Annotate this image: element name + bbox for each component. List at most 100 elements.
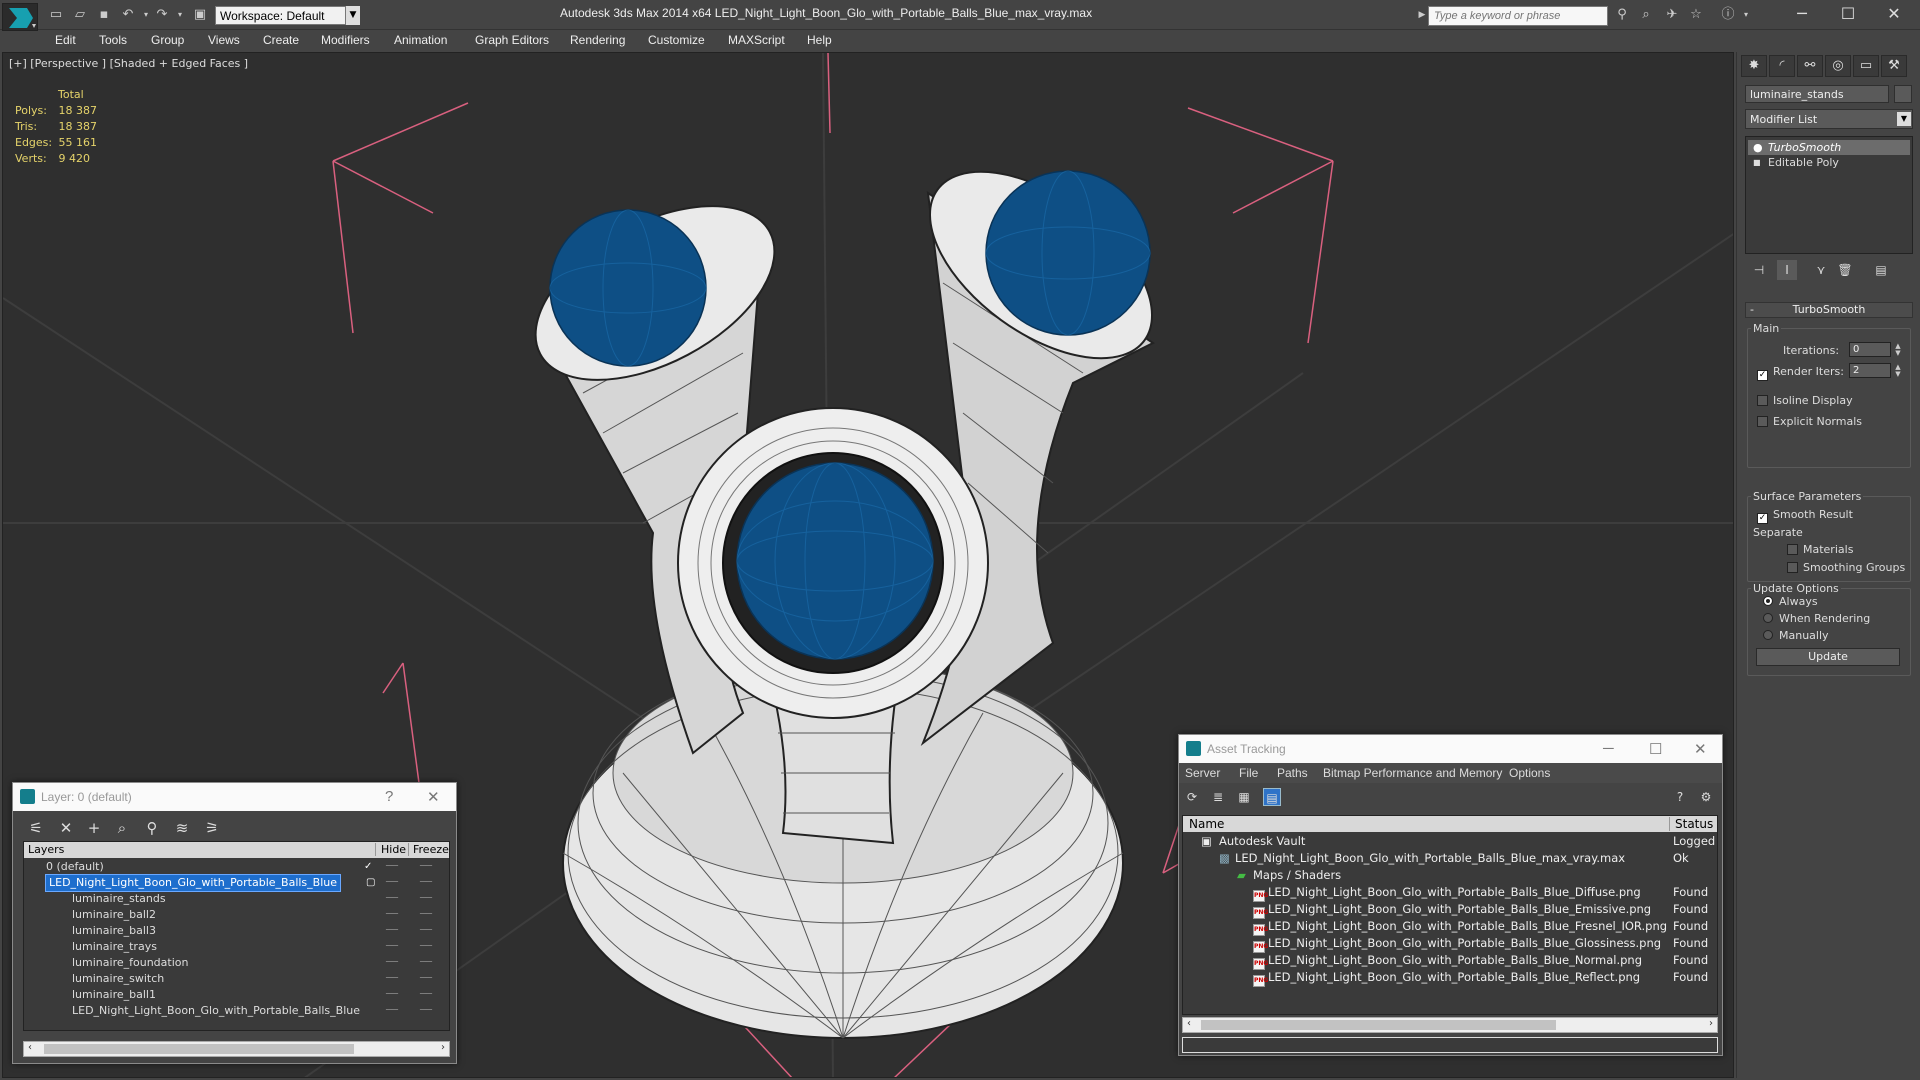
add-to-layer-icon[interactable]: + [83,818,105,838]
redo-icon[interactable]: ↷ [154,7,170,23]
asset-menu-file[interactable]: File [1239,766,1258,780]
asset-dialog-titlebar[interactable]: Asset Tracking ─ ☐ ✕ [1179,735,1722,763]
asset-row[interactable]: PNGLED_Night_Light_Boon_Glo_with_Portabl… [1183,952,1717,970]
chevron-down-icon[interactable]: ▼ [345,6,360,25]
hide-toggle-icon[interactable]: ── [386,1003,398,1019]
smoothing-groups-checkbox[interactable] [1787,562,1798,573]
search-icon[interactable]: ⌕ [1638,7,1654,23]
hide-toggle-icon[interactable]: ── [386,907,398,923]
freeze-toggle-icon[interactable]: ── [420,859,432,875]
layer-row[interactable]: luminaire_trays ── ── [24,939,449,955]
remove-modifier-icon[interactable]: 🗑 [1835,260,1855,280]
layer-row[interactable]: luminaire_switch ── ── [24,971,449,987]
chevron-down-icon[interactable]: ▼ [1897,112,1911,126]
asset-menu-paths[interactable]: Paths [1277,766,1308,780]
hide-toggle-icon[interactable]: ── [386,955,398,971]
asset-row[interactable]: PNGLED_Night_Light_Boon_Glo_with_Portabl… [1183,918,1717,936]
freeze-toggle-icon[interactable]: ── [420,955,432,971]
freeze-toggle-icon[interactable]: ── [420,939,432,955]
stack-item-turbosmooth[interactable]: ● TurboSmooth [1748,140,1910,155]
save-file-icon[interactable]: ▪ [96,7,112,23]
open-file-icon[interactable]: ▱ [72,7,88,23]
spinner-arrows-icon[interactable]: ▲ ▼ [1893,343,1903,358]
scrollbar-thumb[interactable] [1201,1020,1556,1030]
materials-row[interactable]: Materials [1787,543,1853,556]
scroll-right-icon[interactable]: › [1709,1018,1713,1029]
menu-edit[interactable]: Edit [55,33,76,47]
asset-row[interactable]: PNGLED_Night_Light_Boon_Glo_with_Portabl… [1183,969,1717,987]
column-hide[interactable]: Hide [375,843,406,856]
asset-menu-bitmap-performance[interactable]: Bitmap Performance and Memory [1323,766,1502,780]
maximize-icon[interactable]: ☐ [1649,740,1662,758]
menu-create[interactable]: Create [263,33,299,47]
asset-path-field[interactable] [1182,1037,1718,1053]
redo-dropdown-icon[interactable]: ▾ [172,7,188,23]
isoline-display-checkbox[interactable] [1757,395,1768,406]
column-layers[interactable]: Layers [28,843,64,856]
explicit-normals-checkbox[interactable] [1757,416,1768,427]
close-icon[interactable]: ✕ [1874,3,1914,25]
smooth-result-checkbox[interactable]: ✓ [1757,513,1768,524]
close-icon[interactable]: ✕ [1694,740,1707,758]
render-iters-row[interactable]: ✓ Render Iters: [1757,365,1844,381]
hierarchy-tab-icon[interactable]: ⚯ [1797,55,1823,77]
modify-tab-icon[interactable]: ◜ [1769,55,1795,77]
app-logo-button[interactable] [2,3,38,31]
help-icon[interactable]: ? [1671,788,1689,806]
freeze-toggle-icon[interactable]: ── [420,891,432,907]
freeze-all-layers-icon[interactable]: ⚞ [201,818,223,838]
menu-graph-editors[interactable]: Graph Editors [475,33,549,47]
select-objects-icon[interactable]: ⌕ [111,818,133,838]
layer-row[interactable]: 0 (default) ✓ ── ── [24,859,449,875]
maximize-icon[interactable]: ☐ [1828,3,1868,25]
menu-tools[interactable]: Tools [99,33,127,47]
project-folder-icon[interactable]: ▣ [192,7,208,23]
always-radio[interactable] [1763,596,1773,606]
update-button[interactable]: Update [1756,648,1900,666]
undo-dropdown-icon[interactable]: ▾ [138,7,154,23]
render-iters-checkbox[interactable]: ✓ [1757,370,1768,381]
motion-tab-icon[interactable]: ◎ [1825,55,1851,77]
object-color-swatch[interactable] [1894,85,1912,103]
hide-toggle-icon[interactable]: ── [386,875,398,891]
layer-row[interactable]: luminaire_foundation ── ── [24,955,449,971]
asset-row[interactable]: PNGLED_Night_Light_Boon_Glo_with_Portabl… [1183,901,1717,919]
asset-menu-options[interactable]: Options [1509,766,1550,780]
minimize-icon[interactable]: ─ [1603,740,1614,757]
modifier-list-dropdown[interactable]: Modifier List [1745,109,1913,129]
materials-checkbox[interactable] [1787,544,1798,555]
new-layer-icon[interactable]: ⚟ [25,818,47,838]
iterations-spinner[interactable]: 0 [1849,342,1891,357]
table-view-icon[interactable]: ▤ [1263,788,1281,806]
when-rendering-row[interactable]: When Rendering [1763,612,1870,625]
smooth-result-row[interactable]: ✓ Smooth Result [1757,508,1853,524]
highlight-layer-icon[interactable]: ⚲ [141,818,163,838]
vault-settings-icon[interactable]: ⚙ [1697,788,1715,806]
asset-row[interactable]: PNGLED_Night_Light_Boon_Glo_with_Portabl… [1183,935,1717,953]
render-iters-spinner[interactable]: 2 [1849,363,1891,378]
menu-maxscript[interactable]: MAXScript [728,33,785,47]
communication-center-icon[interactable]: ✈ [1664,7,1680,23]
display-tab-icon[interactable]: ▭ [1853,55,1879,77]
viewport-label[interactable]: [+] [Perspective ] [Shaded + Edged Faces… [9,57,248,70]
workspace-selector[interactable]: Workspace: Default [215,6,360,25]
asset-row-maps-folder[interactable]: ▰ Maps / Shaders [1183,867,1717,884]
make-unique-icon[interactable]: ⋎ [1811,260,1831,280]
layer-row[interactable]: luminaire_ball1 ── ── [24,987,449,1003]
asset-menu-server[interactable]: Server [1185,766,1220,780]
scrollbar-thumb[interactable] [44,1044,354,1054]
layer-horizontal-scrollbar[interactable]: ‹ › [23,1041,450,1057]
object-name-field[interactable]: luminaire_stands [1745,85,1889,103]
lightbulb-icon[interactable]: ● [1753,140,1763,155]
layer-dialog-titlebar[interactable]: Layer: 0 (default) ? ✕ [13,783,456,811]
column-freeze[interactable]: Freeze [408,843,449,856]
freeze-toggle-icon[interactable]: ── [420,923,432,939]
hide-all-layers-icon[interactable]: ≋ [171,818,193,838]
spinner-arrows-icon[interactable]: ▲ ▼ [1893,364,1903,379]
menu-help[interactable]: Help [807,33,832,47]
utilities-tab-icon[interactable]: ⚒ [1881,55,1907,77]
help-icon[interactable]: ⓘ [1720,7,1736,23]
minimize-icon[interactable]: ─ [1782,3,1822,25]
menu-group[interactable]: Group [151,33,184,47]
scroll-right-icon[interactable]: › [441,1042,445,1053]
